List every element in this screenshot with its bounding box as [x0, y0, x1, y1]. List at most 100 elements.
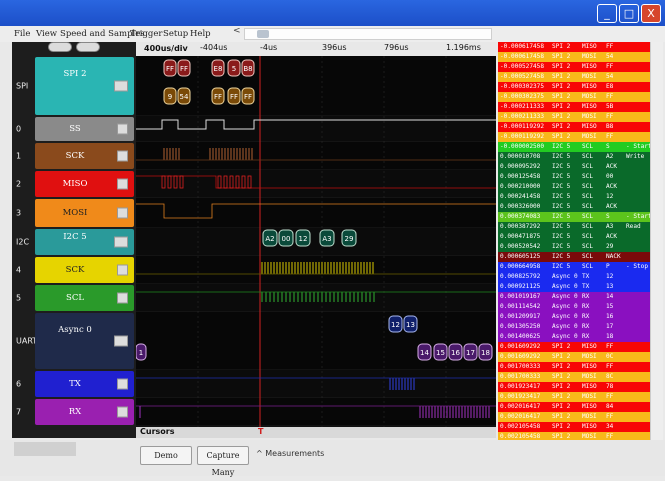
channel-row-sck[interactable]: 4 SCK: [12, 256, 136, 284]
time-scrollbar[interactable]: [244, 28, 492, 40]
log-row[interactable]: 0.000010708 I2C 5 SCL A2 Write: [498, 152, 650, 162]
minimize-button[interactable]: _: [597, 4, 617, 23]
cursors-bar[interactable]: Cursors T: [136, 427, 496, 438]
log-row[interactable]: 0.000471875 I2C 5 SCL ACK: [498, 232, 650, 242]
log-row[interactable]: -0.000527458 SPI 2 MISO FF: [498, 62, 650, 72]
close-button[interactable]: X: [641, 4, 661, 23]
log-row[interactable]: 0.001114542 Async 0 RX 15: [498, 302, 650, 312]
row-band: [136, 142, 496, 170]
log-time: -0.000617458: [500, 43, 545, 50]
log-ch: SCL: [582, 233, 594, 240]
log-row[interactable]: 0.000326000 I2C 5 SCL ACK: [498, 202, 650, 212]
channel-checkbox[interactable]: [117, 292, 128, 304]
log-row[interactable]: 0.001305250 Async 0 RX 17: [498, 322, 650, 332]
channel-checkbox[interactable]: [117, 150, 128, 162]
channel-row-ss[interactable]: 0 SS: [12, 116, 136, 142]
channel-row-sck[interactable]: 1 SCK: [12, 142, 136, 170]
scrollbar-thumb[interactable]: [257, 30, 269, 38]
log-row[interactable]: -0.000119292 SPI 2 MOSI FF: [498, 132, 650, 142]
menu-trigger[interactable]: Trigger: [130, 29, 162, 39]
trigger-marker[interactable]: T: [258, 427, 263, 436]
log-row[interactable]: -0.000302375 SPI 2 MOSI FF: [498, 92, 650, 102]
channel-row-rx[interactable]: 7 RX: [12, 398, 136, 426]
menu-file[interactable]: File: [14, 29, 30, 39]
row-band: [136, 312, 496, 370]
menu-help[interactable]: Help: [190, 29, 211, 39]
log-row[interactable]: 0.000520542 I2C 5 SCL 29: [498, 242, 650, 252]
group-row-uart[interactable]: UART Async 0: [12, 312, 136, 370]
channel-checkbox[interactable]: [117, 178, 128, 190]
log-row[interactable]: 0.000921125 Async 0 TX 13: [498, 282, 650, 292]
log-row[interactable]: 0.000387292 I2C 5 SCL A3 Read: [498, 222, 650, 232]
channel-row-miso[interactable]: 2 MISO: [12, 170, 136, 198]
log-row[interactable]: 0.000095292 I2C 5 SCL ACK: [498, 162, 650, 172]
waveform-area[interactable]: FF FF E8 5 B8 9 54 FF FF FF A2 00 12 A3 29 12 13 1 14 15 16 1…: [136, 56, 496, 427]
log-row[interactable]: -0.000211333 SPI 2 MOSI FF: [498, 112, 650, 122]
maximize-button[interactable]: □: [619, 4, 639, 23]
group-row-spi[interactable]: SPI SPI 2: [12, 56, 136, 116]
channel-checkbox[interactable]: [117, 264, 128, 276]
stop-button[interactable]: [76, 42, 100, 52]
expand-toggle[interactable]: [114, 335, 128, 347]
log-proto: I2C 5: [552, 173, 571, 180]
log-ch: TX: [582, 283, 590, 290]
log-row[interactable]: 0.000825792 Async 0 TX 12: [498, 272, 650, 282]
capture-many-button[interactable]: Capture Many: [197, 446, 249, 477]
channel-checkbox[interactable]: [117, 207, 128, 219]
log-row[interactable]: 0.001700333 SPI 2 MOSI 8C: [498, 372, 650, 382]
scroll-left-arrow[interactable]: <: [233, 26, 241, 36]
log-proto: SPI 2: [552, 73, 571, 80]
expand-toggle[interactable]: [114, 236, 128, 248]
log-row[interactable]: 0.002105458 SPI 2 MOSI FF: [498, 432, 650, 440]
start-button[interactable]: [48, 42, 72, 52]
channel-checkbox[interactable]: [117, 378, 128, 390]
log-row[interactable]: 0.001700333 SPI 2 MISO FF: [498, 362, 650, 372]
log-row[interactable]: -0.000119292 SPI 2 MISO B8: [498, 122, 650, 132]
log-row[interactable]: 0.000664958 I2C 5 SCL P - Stop: [498, 262, 650, 272]
log-time: 0.002105458: [500, 433, 541, 440]
log-row[interactable]: 0.000241458 I2C 5 SCL 12: [498, 192, 650, 202]
log-row[interactable]: -0.000617458 SPI 2 MOSI 54: [498, 52, 650, 62]
log-row[interactable]: -0.000302375 SPI 2 MISO E8: [498, 82, 650, 92]
log-proto: I2C 5: [552, 233, 571, 240]
log-time: -0.000527458: [500, 73, 545, 80]
log-row[interactable]: -0.000002500 I2C 5 SCL S - Start: [498, 142, 650, 152]
channel-checkbox[interactable]: [117, 406, 128, 418]
log-row[interactable]: 0.001609292 SPI 2 MISO FF: [498, 342, 650, 352]
log-row[interactable]: 0.001209917 Async 0 RX 16: [498, 312, 650, 322]
measurements-toggle[interactable]: ^ Measurements: [256, 449, 324, 458]
group-row-i2c[interactable]: I2C I2C 5: [12, 228, 136, 256]
channel-row-mosi[interactable]: 3 MOSI: [12, 198, 136, 228]
log-row[interactable]: 0.002016417 SPI 2 MOSI FF: [498, 412, 650, 422]
log-row[interactable]: 0.002016417 SPI 2 MISO 84: [498, 402, 650, 412]
menu-view[interactable]: View: [36, 29, 57, 39]
log-row[interactable]: 0.001609292 SPI 2 MOSI 0C: [498, 352, 650, 362]
log-row[interactable]: 0.001019167 Async 0 RX 14: [498, 292, 650, 302]
log-row[interactable]: 0.001400625 Async 0 RX 18: [498, 332, 650, 342]
log-proto: SPI 2: [552, 373, 571, 380]
decode-list[interactable]: -0.000617458 SPI 2 MISO FF -0.000617458 SPI 2…: [498, 42, 650, 440]
log-row[interactable]: 0.002105458 SPI 2 MISO 34: [498, 422, 650, 432]
log-row[interactable]: 0.000605125 I2C 5 SCL NACK: [498, 252, 650, 262]
log-row[interactable]: 0.000125458 I2C 5 SCL 00: [498, 172, 650, 182]
channel-checkbox[interactable]: [117, 123, 128, 135]
list-scrollbar[interactable]: [650, 42, 663, 440]
log-row[interactable]: -0.000527458 SPI 2 MOSI 54: [498, 72, 650, 82]
menu-setup[interactable]: Setup: [163, 29, 188, 39]
log-row[interactable]: 0.000210000 I2C 5 SCL ACK: [498, 182, 650, 192]
log-ch: MOSI: [582, 53, 597, 60]
log-row[interactable]: 0.001923417 SPI 2 MOSI FF: [498, 392, 650, 402]
log-row[interactable]: 0.000374083 I2C 5 SCL S - Start: [498, 212, 650, 222]
channel-color-strip: SCK: [35, 143, 134, 169]
demo-button[interactable]: Demo: [140, 446, 192, 465]
log-row[interactable]: 0.001923417 SPI 2 MISO 78: [498, 382, 650, 392]
log-ch: MISO: [582, 83, 597, 90]
log-row[interactable]: -0.000617458 SPI 2 MISO FF: [498, 42, 650, 52]
log-row[interactable]: -0.000211333 SPI 2 MISO 5B: [498, 102, 650, 112]
log-proto: SPI 2: [552, 423, 571, 430]
channel-row-scl[interactable]: 5 SCL: [12, 284, 136, 312]
expand-toggle[interactable]: [114, 80, 128, 92]
log-proto: I2C 5: [552, 213, 571, 220]
channel-row-tx[interactable]: 6 TX: [12, 370, 136, 398]
log-val: 78: [606, 383, 614, 390]
